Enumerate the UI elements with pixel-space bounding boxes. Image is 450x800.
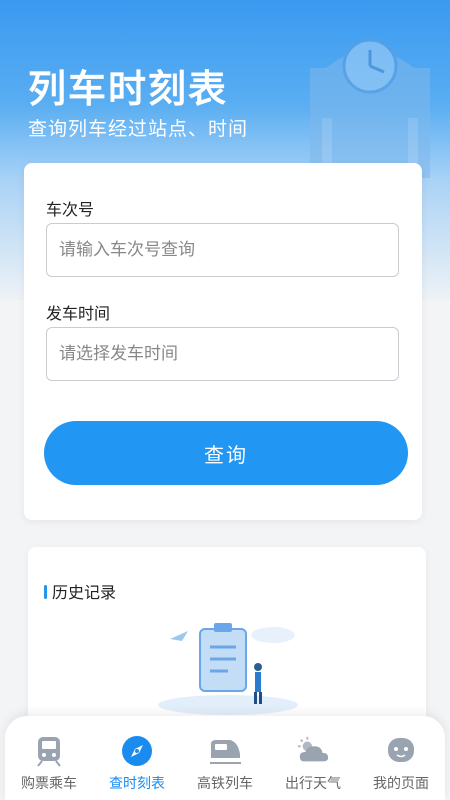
train-icon (32, 734, 66, 768)
page-subtitle: 查询列车经过站点、时间 (28, 118, 249, 140)
query-button[interactable]: 查询 (44, 421, 408, 485)
high-speed-train-icon (208, 734, 242, 768)
departure-time-input[interactable] (46, 327, 399, 381)
tab-label: 高铁列车 (197, 776, 253, 792)
tab-weather[interactable]: 出行天气 (271, 734, 355, 793)
departure-time-label: 发车时间 (46, 304, 111, 323)
compass-icon (120, 734, 154, 768)
profile-icon (384, 734, 418, 768)
station-clock-icon (310, 38, 430, 178)
tab-label: 出行天气 (285, 776, 341, 792)
train-number-input[interactable] (46, 223, 399, 277)
tab-label: 查时刻表 (109, 776, 165, 792)
tab-buy-ticket[interactable]: 购票乘车 (7, 734, 91, 793)
empty-clipboard-icon (158, 623, 298, 715)
train-number-label: 车次号 (46, 200, 95, 219)
tab-label: 我的页面 (373, 776, 429, 792)
weather-icon (296, 734, 330, 768)
bottom-tab-bar: 购票乘车 查时刻表 高铁列车 出行天气 我的页面 (5, 716, 445, 800)
tab-profile[interactable]: 我的页面 (359, 734, 443, 793)
search-form-card: 车次号 发车时间 查询 (24, 163, 422, 520)
tab-timetable[interactable]: 查时刻表 (95, 734, 179, 793)
tab-high-speed-train[interactable]: 高铁列车 (183, 734, 267, 793)
history-title: 历史记录 (52, 583, 117, 602)
page-title: 列车时刻表 (28, 67, 229, 111)
tab-label: 购票乘车 (21, 776, 77, 792)
section-marker (44, 585, 47, 599)
